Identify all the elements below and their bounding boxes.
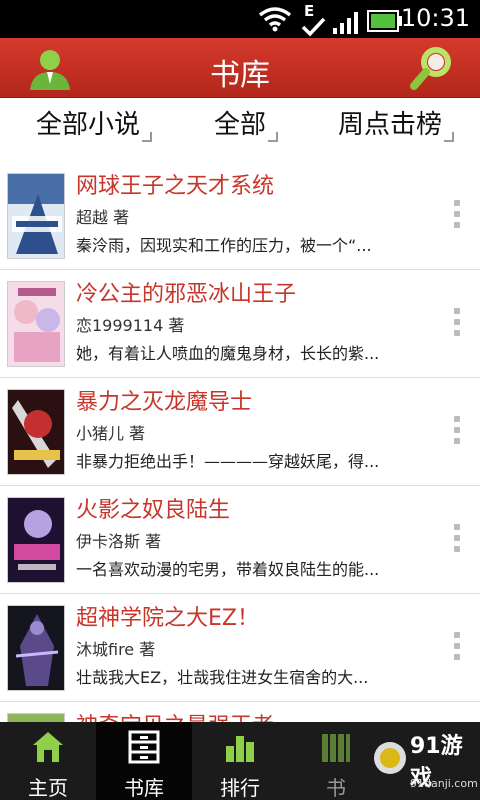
book-list[interactable]: 网球王子之天才系统 超越 著 秦泠雨，因现实和工作的压力，被一个“... 冷公主… (0, 162, 480, 722)
ranking-filter[interactable]: 周点击榜 (338, 104, 455, 148)
status-filter[interactable]: 全部 (214, 104, 279, 148)
book-cover (7, 281, 65, 367)
book-item[interactable]: 火影之奴良陆生 伊卡洛斯 著 一名喜欢动漫的宅男，带着奴良陆生的能... (0, 486, 480, 594)
tab-library-label: 书库 (124, 776, 164, 800)
book-title: 火影之奴良陆生 (76, 498, 231, 523)
book-cover-image (8, 606, 64, 690)
status-filter-label: 全部 (214, 110, 267, 140)
book-author: 小猪儿 著 (76, 424, 146, 443)
dropdown-corner-icon (142, 132, 153, 142)
more-options-icon[interactable] (453, 524, 461, 556)
book-title: 暴力之灭龙魔导士 (76, 390, 253, 415)
dropdown-corner-icon (444, 132, 455, 142)
book-cover (7, 605, 65, 691)
tab-library[interactable]: 书库 (96, 722, 192, 800)
more-options-icon[interactable] (453, 632, 461, 664)
book-item[interactable]: 冷公主的邪恶冰山王子 恋1999114 著 她，有着让人喷血的魔鬼身材，长长的紫… (0, 270, 480, 378)
book-item[interactable]: 暴力之灭龙魔导士 小猪儿 著 非暴力拒绝出手！————穿越妖尾，得... (0, 378, 480, 486)
watermark-subtext: 91danji.com (410, 777, 478, 790)
book-title: 网球王子之天才系统 (76, 174, 275, 199)
category-filter-label: 全部小说 (36, 110, 141, 140)
more-options-icon[interactable] (453, 416, 461, 448)
edge-network-icon: E (301, 2, 326, 37)
book-author: 超越 著 (76, 208, 130, 227)
more-options-icon[interactable] (453, 200, 461, 232)
book-author: 伊卡洛斯 著 (76, 532, 162, 551)
book-cover (7, 173, 65, 259)
signal-icon (333, 12, 358, 34)
ranking-filter-label: 周点击榜 (338, 110, 443, 140)
book-item[interactable]: 超神学院之大EZ！ 沐城fire 著 壮哉我大EZ，壮哉我住进女生宿舍的大... (0, 594, 480, 702)
tab-ranking[interactable]: 排行 (192, 722, 288, 800)
book-item[interactable]: 网球王子之天才系统 超越 著 秦泠雨，因现实和工作的压力，被一个“... (0, 162, 480, 270)
book-author: 恋1999114 著 (76, 316, 185, 335)
title-bar: 书库 (0, 38, 480, 98)
filter-bar: 全部小说 全部 周点击榜 (0, 98, 480, 154)
bar-chart-icon (226, 736, 254, 762)
book-description: 壮哉我大EZ，壮哉我住进女生宿舍的大... (76, 668, 369, 687)
home-icon (33, 732, 63, 762)
book-description: 一名喜欢动漫的宅男，带着奴良陆生的能... (76, 560, 380, 579)
wifi-icon (258, 7, 292, 32)
book-cover (7, 713, 65, 722)
book-item[interactable]: 神奇宝贝之最强王者 (0, 702, 480, 722)
dropdown-corner-icon (268, 132, 279, 142)
book-title: 超神学院之大EZ！ (76, 606, 259, 631)
tab-home[interactable]: 主页 (0, 722, 96, 800)
book-title: 神奇宝贝之最强王者 (76, 708, 274, 722)
search-button[interactable] (408, 44, 456, 92)
battery-icon (367, 10, 402, 32)
status-bar: E 10:31 (0, 0, 480, 38)
book-cover (7, 389, 65, 475)
tab-home-label: 主页 (28, 776, 68, 800)
tab-ranking-label: 排行 (220, 776, 260, 800)
book-description: 她，有着让人喷血的魔鬼身材，长长的紫... (76, 344, 380, 363)
book-title: 冷公主的邪恶冰山王子 (76, 282, 297, 307)
network-type-text: E (304, 2, 314, 20)
cabinet-icon (128, 730, 160, 764)
book-cover-image (8, 498, 64, 582)
book-description: 秦泠雨，因现实和工作的压力，被一个“... (76, 236, 372, 255)
status-time: 10:31 (400, 4, 470, 32)
book-cover-image (8, 714, 64, 722)
bookshelf-icon (322, 734, 350, 762)
book-cover-image (8, 390, 64, 474)
category-filter[interactable]: 全部小说 (36, 104, 153, 148)
more-options-icon[interactable] (453, 308, 461, 340)
book-author: 沐城fire 著 (76, 640, 156, 659)
book-cover-image (8, 174, 64, 258)
search-icon (410, 47, 451, 90)
book-cover-image (8, 282, 64, 366)
book-cover (7, 497, 65, 583)
book-description: 非暴力拒绝出手！————穿越妖尾，得... (76, 452, 380, 471)
